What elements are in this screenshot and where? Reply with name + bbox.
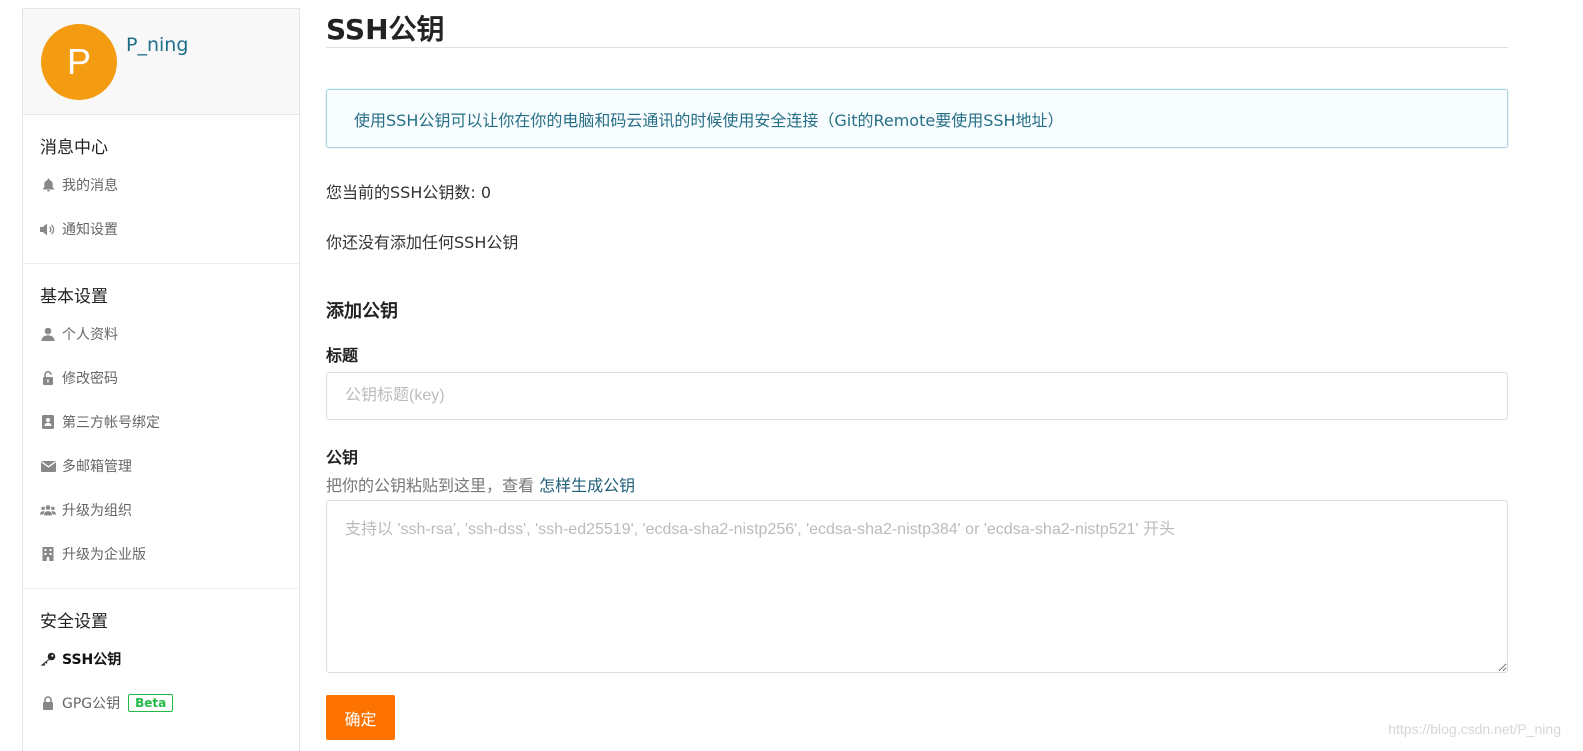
sidebar-item-profile[interactable]: 个人资料 (23, 312, 299, 356)
nav-group-messages: 消息中心 我的消息 通知设置 (23, 115, 299, 264)
key-field-label: 公钥 (326, 448, 359, 467)
submit-button[interactable]: 确定 (326, 695, 395, 740)
how-to-generate-key-link[interactable]: 怎样生成公钥 (539, 476, 635, 495)
profile-header: P P_ning (23, 9, 299, 115)
nav-group-title: 消息中心 (40, 138, 108, 158)
sidebar-item-ssh-keys[interactable]: SSH公钥 (23, 637, 299, 681)
page-title: SSH公钥 (326, 0, 1508, 48)
nav-group-title: 安全设置 (40, 612, 108, 632)
envelope-icon (40, 460, 56, 472)
building-icon (40, 547, 56, 561)
nav-group-title: 基本设置 (40, 287, 108, 307)
sidebar-item-third-party-binding[interactable]: 第三方帐号绑定 (23, 400, 299, 444)
username-link[interactable]: P_ning (126, 34, 188, 56)
sidebar-item-label: GPG公钥 (62, 696, 121, 712)
key-icon (40, 652, 56, 666)
public-key-textarea[interactable] (326, 500, 1508, 673)
lock-icon (40, 696, 56, 710)
key-field-hint: 把你的公钥粘贴到这里，查看 怎样生成公钥 (326, 472, 1508, 496)
sidebar-item-change-password[interactable]: 修改密码 (23, 356, 299, 400)
sidebar-item-label: 多邮箱管理 (62, 459, 132, 475)
unlock-icon (40, 371, 56, 385)
sidebar-item-label: 通知设置 (62, 222, 118, 238)
user-icon (40, 327, 56, 341)
speaker-icon (40, 223, 56, 236)
sidebar-item-upgrade-enterprise[interactable]: 升级为企业版 (23, 532, 299, 576)
sidebar-item-label: 第三方帐号绑定 (62, 415, 160, 431)
sidebar-item-label: 我的消息 (62, 178, 118, 194)
key-field-hint-text: 把你的公钥粘贴到这里，查看 (326, 476, 540, 495)
sidebar-item-label: 修改密码 (62, 371, 118, 387)
sidebar-item-my-messages[interactable]: 我的消息 (23, 163, 299, 207)
main-content: SSH公钥 使用SSH公钥可以让你在你的电脑和码云通讯的时候使用安全连接（Git… (326, 0, 1508, 740)
sidebar-item-notification-settings[interactable]: 通知设置 (23, 207, 299, 251)
beta-badge: Beta (128, 694, 174, 712)
key-title-input[interactable] (326, 372, 1508, 420)
sidebar-item-label: 升级为组织 (62, 503, 132, 519)
sidebar-item-label: 个人资料 (62, 327, 118, 343)
info-message: 使用SSH公钥可以让你在你的电脑和码云通讯的时候使用安全连接（Git的Remot… (326, 89, 1508, 148)
sidebar-item-gpg-keys[interactable]: GPG公钥 Beta (23, 681, 299, 725)
nav-group-security-settings: 安全设置 SSH公钥 GPG公钥 Beta (23, 589, 299, 737)
watermark: https://blog.csdn.net/P_ning (1388, 721, 1561, 737)
ssh-key-count: 您当前的SSH公钥数: 0 (326, 183, 492, 202)
bell-icon (40, 178, 56, 192)
users-icon (40, 504, 56, 516)
title-field-label: 标题 (326, 346, 359, 365)
nav-group-basic-settings: 基本设置 个人资料 修改密码 第三方帐号绑定 多邮箱管理 升级为组织 升级为企业… (23, 264, 299, 589)
avatar[interactable]: P (41, 24, 117, 100)
sidebar-item-upgrade-organization[interactable]: 升级为组织 (23, 488, 299, 532)
empty-state-text: 你还没有添加任何SSH公钥 (326, 233, 519, 252)
settings-sidebar: P P_ning 消息中心 我的消息 通知设置 基本设置 个人资料 修改密码 第… (22, 8, 300, 751)
add-key-section-title: 添加公钥 (326, 301, 398, 322)
sidebar-item-label: SSH公钥 (62, 652, 122, 668)
contact-card-icon (40, 415, 56, 429)
sidebar-item-label: 升级为企业版 (62, 547, 146, 563)
info-message-text: 使用SSH公钥可以让你在你的电脑和码云通讯的时候使用安全连接（Git的Remot… (354, 110, 1064, 130)
sidebar-item-email-management[interactable]: 多邮箱管理 (23, 444, 299, 488)
